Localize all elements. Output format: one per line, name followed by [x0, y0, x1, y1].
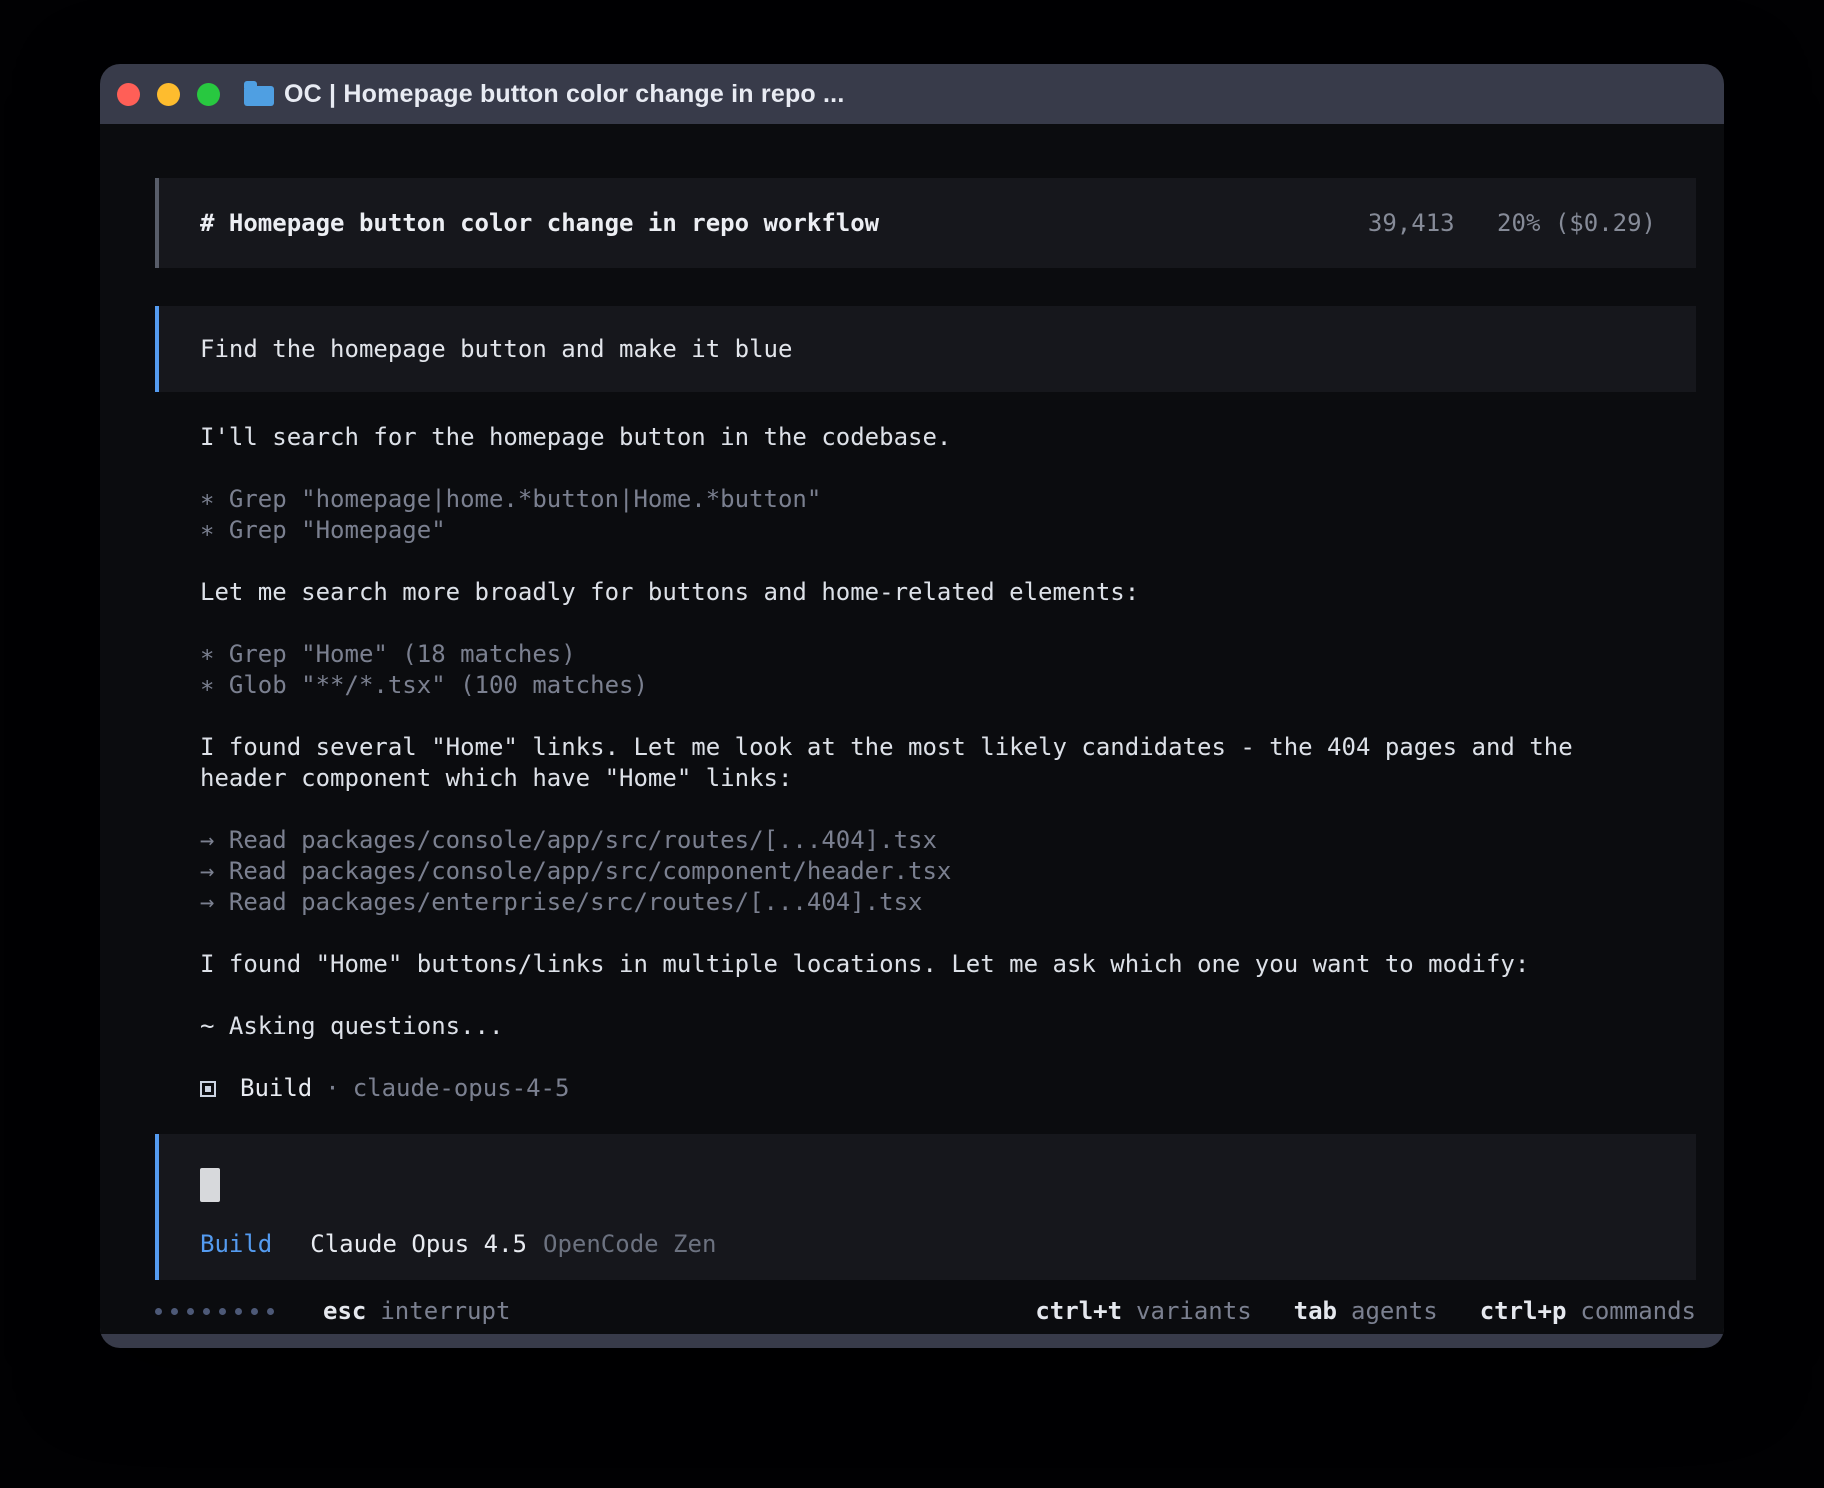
tool-call-grep-home: ∗ Grep "Home" (18 matches)	[200, 639, 1696, 670]
user-message: Find the homepage button and make it blu…	[155, 306, 1696, 392]
status-bar-right: ctrl+t variants tab agents ctrl+p commands	[1035, 1296, 1696, 1327]
assistant-text-broad-search: Let me search more broadly for buttons a…	[200, 577, 1660, 608]
assistant-text-intro: I'll search for the homepage button in t…	[200, 422, 1660, 453]
build-agent-icon	[200, 1081, 216, 1097]
prompt-input[interactable]: Build Claude Opus 4.5 OpenCode Zen	[155, 1134, 1696, 1280]
tool-call-group-grep: ∗ Grep "homepage|home.*button|Home.*butt…	[200, 484, 1696, 546]
folder-icon	[244, 86, 274, 106]
variants-label: variants	[1136, 1297, 1252, 1325]
context-usage: 20% ($0.29)	[1497, 209, 1656, 237]
titlebar[interactable]: OC | Homepage button color change in rep…	[100, 64, 1724, 124]
assistant-text-ask: I found "Home" buttons/links in multiple…	[200, 949, 1660, 980]
tool-call-grep-2: ∗ Grep "Homepage"	[200, 515, 1696, 546]
status-bar: esc interrupt ctrl+t variants tab agents ct…	[155, 1296, 1696, 1327]
commands-hint: ctrl+p commands	[1480, 1296, 1696, 1327]
window-controls	[117, 83, 220, 106]
minimize-button[interactable]	[157, 83, 180, 106]
provider-name: OpenCode Zen	[543, 1229, 716, 1260]
terminal-window: OC | Homepage button color change in rep…	[100, 64, 1724, 1348]
agents-label: agents	[1351, 1297, 1438, 1325]
agent-status: Build · claude-opus-4-5	[200, 1073, 1696, 1104]
assistant-text-candidates: I found several "Home" links. Let me loo…	[200, 732, 1660, 794]
window-title: OC | Homepage button color change in rep…	[284, 80, 844, 109]
ctrl-p-key: ctrl+p	[1480, 1297, 1567, 1325]
agents-hint: tab agents	[1294, 1296, 1438, 1327]
tool-call-read-1: → Read packages/console/app/src/routes/[…	[200, 825, 1696, 856]
asking-questions-status: ~ Asking questions...	[200, 1011, 1660, 1042]
input-status-line: Build Claude Opus 4.5 OpenCode Zen	[200, 1229, 1656, 1260]
tool-call-read-3: → Read packages/enterprise/src/routes/[.…	[200, 887, 1696, 918]
esc-key: esc	[323, 1297, 366, 1325]
tool-call-group-broad: ∗ Grep "Home" (18 matches) ∗ Glob "**/*.…	[200, 639, 1696, 701]
token-count: 39,413	[1368, 209, 1455, 237]
terminal-content: # Homepage button color change in repo w…	[100, 124, 1724, 1334]
commands-label: commands	[1580, 1297, 1696, 1325]
tool-call-read-2: → Read packages/console/app/src/componen…	[200, 856, 1696, 887]
agent-mode-label[interactable]: Build	[200, 1229, 272, 1260]
text-cursor	[200, 1168, 220, 1202]
tab-key: tab	[1294, 1297, 1337, 1325]
variants-hint: ctrl+t variants	[1035, 1296, 1251, 1327]
interrupt-hint: esc interrupt	[323, 1296, 510, 1327]
session-stats: 39,413 20% ($0.29)	[1368, 208, 1656, 239]
tool-call-glob-tsx: ∗ Glob "**/*.tsx" (100 matches)	[200, 670, 1696, 701]
status-bar-left: esc interrupt	[155, 1296, 510, 1327]
interrupt-label: interrupt	[380, 1297, 510, 1325]
agent-model: claude-opus-4-5	[353, 1073, 570, 1104]
tool-call-grep-1: ∗ Grep "homepage|home.*button|Home.*butt…	[200, 484, 1696, 515]
model-name[interactable]: Claude Opus 4.5	[310, 1229, 527, 1260]
agent-status-separator: ·	[325, 1073, 339, 1104]
zoom-button[interactable]	[197, 83, 220, 106]
tool-call-group-read: → Read packages/console/app/src/routes/[…	[200, 825, 1696, 918]
user-message-text: Find the homepage button and make it blu…	[200, 334, 792, 365]
agent-name: Build	[240, 1073, 312, 1104]
spinner-dots-icon	[155, 1308, 283, 1315]
ctrl-t-key: ctrl+t	[1035, 1297, 1122, 1325]
close-button[interactable]	[117, 83, 140, 106]
session-title: # Homepage button color change in repo w…	[200, 208, 879, 239]
session-header: # Homepage button color change in repo w…	[155, 178, 1696, 268]
